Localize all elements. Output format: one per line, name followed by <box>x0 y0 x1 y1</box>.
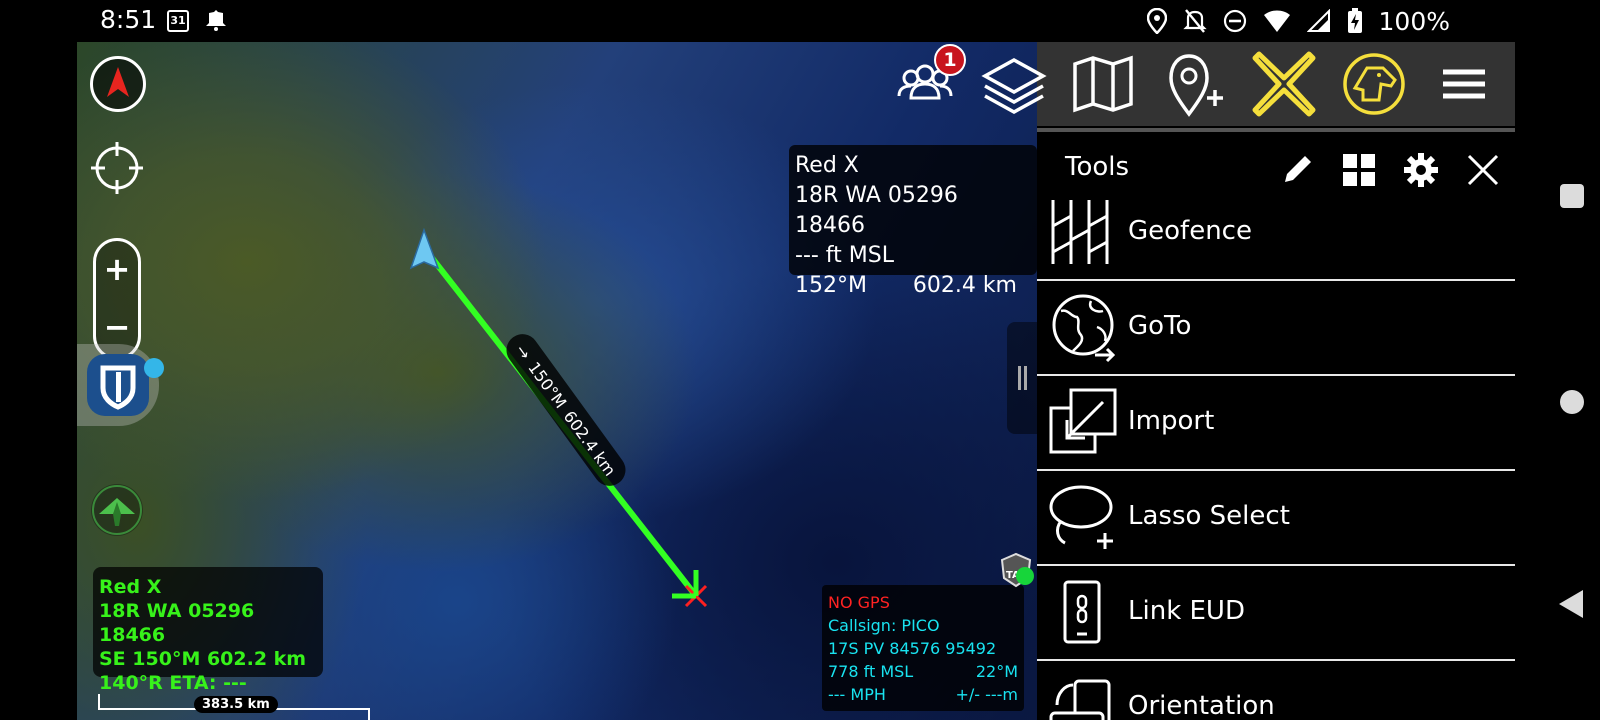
nav-target-coords: 18R WA 05296 18466 <box>99 600 255 646</box>
target-info-box[interactable]: Red X 18R WA 05296 18466 --- ft MSL 152°… <box>789 145 1037 298</box>
import-icon <box>1049 388 1117 454</box>
map-icon <box>1073 55 1133 113</box>
self-coords: 17S PV 84576 95492 <box>828 639 997 658</box>
target-distance: 602.4 km <box>912 273 1017 298</box>
orientation-icon <box>1049 679 1111 720</box>
self-info-box[interactable]: NO GPS Callsign: PICO 17S PV 84576 95492… <box>822 585 1024 711</box>
target-name: Red X <box>795 153 859 178</box>
nav-target-name: Red X <box>99 576 162 598</box>
home-icon[interactable] <box>1560 390 1584 414</box>
scale-bar-label: 383.5 km <box>194 696 278 713</box>
tent-button[interactable] <box>91 484 143 536</box>
gps-status: NO GPS <box>828 593 890 612</box>
target-bearing: 152°M <box>795 273 867 298</box>
close-x-button[interactable] <box>1245 44 1323 124</box>
layers-icon <box>981 58 1047 114</box>
tent-icon <box>92 485 142 535</box>
battery-percent: 100% <box>1378 6 1450 36</box>
tool-item-orientation[interactable]: Orientation <box>1037 661 1515 720</box>
tool-item-goto[interactable]: GoTo <box>1037 281 1515 376</box>
self-accuracy: +/- ---m <box>955 685 1018 704</box>
tool-label: Geofence <box>1128 216 1252 246</box>
pencil-icon[interactable] <box>1277 150 1317 190</box>
tool-item-import[interactable]: Import <box>1037 376 1515 471</box>
compass-button[interactable] <box>90 56 146 112</box>
map-button[interactable] <box>1065 44 1143 124</box>
bell-off-icon <box>1182 9 1207 33</box>
navigation-info-box[interactable]: Red X 18R WA 05296 18466 SE 150°M 602.2 … <box>93 567 323 694</box>
status-bar: 8:51 31 100% <box>0 0 1600 42</box>
wifi-icon <box>1263 10 1290 32</box>
scale-bar: 383.5 km <box>98 694 370 720</box>
add-point-button[interactable] <box>1155 44 1233 124</box>
hamburger-menu-icon <box>1443 69 1485 99</box>
target-altitude: --- ft MSL <box>795 243 894 268</box>
close-icon[interactable] <box>1463 150 1503 190</box>
tool-label: Orientation <box>1128 691 1275 720</box>
calendar-icon: 31 <box>167 10 189 32</box>
route-arrow-icon: → <box>512 340 536 363</box>
recents-icon[interactable] <box>1560 184 1584 208</box>
globe-badge-icon <box>144 358 164 378</box>
tools-title: Tools <box>1065 152 1130 182</box>
connection-status-icon <box>1016 567 1034 585</box>
android-nav-bar <box>1515 42 1600 720</box>
status-time: 8:51 <box>100 5 157 34</box>
location-icon <box>1146 8 1167 34</box>
target-coords: 18R WA 05296 18466 <box>795 183 958 238</box>
tool-item-lasso-select[interactable]: Lasso Select <box>1037 471 1515 566</box>
back-icon[interactable] <box>1559 590 1583 618</box>
layers-button[interactable] <box>975 44 1053 124</box>
link-eud-icon <box>1063 580 1101 644</box>
dog-icon <box>1343 53 1405 115</box>
locate-icon <box>91 142 143 194</box>
geofence-icon <box>1051 200 1109 264</box>
tool-label: Link EUD <box>1128 596 1245 626</box>
nav-target-bearing-distance: SE 150°M 602.2 km <box>99 648 307 670</box>
tool-item-link-eud[interactable]: Link EUD <box>1037 566 1515 661</box>
globe-arrow-icon <box>1052 294 1116 363</box>
add-point-icon <box>1169 54 1223 117</box>
tool-label: Import <box>1128 406 1215 436</box>
top-toolbar <box>885 44 1515 128</box>
main-menu-button[interactable] <box>1425 44 1503 124</box>
team-notification-badge: 1 <box>934 44 966 76</box>
panel-resize-handle[interactable] <box>1007 322 1037 434</box>
signal-icon <box>1306 9 1330 32</box>
gear-icon[interactable] <box>1401 150 1441 190</box>
shield-icon <box>100 365 136 410</box>
battery-charging-icon <box>1347 8 1362 33</box>
dog-button[interactable] <box>1335 44 1413 124</box>
status-right-icons: 100% <box>1146 6 1450 36</box>
self-altitude: 778 ft MSL <box>828 662 914 681</box>
self-heading: 22°M <box>975 662 1018 681</box>
zoom-in-button[interactable]: + <box>96 241 138 297</box>
lasso-icon <box>1049 485 1113 549</box>
tool-label: Lasso Select <box>1128 501 1290 531</box>
zoom-control: + − <box>93 238 141 360</box>
locate-button[interactable] <box>89 140 145 196</box>
nav-target-eta: 140°R ETA: --- <box>99 672 247 694</box>
dnd-icon <box>1223 9 1246 33</box>
self-speed: --- MPH <box>828 685 886 704</box>
tools-panel: Tools Geofence GoTo Import Lasso Select … <box>1037 128 1515 720</box>
shield-button[interactable] <box>77 344 159 426</box>
tool-label: GoTo <box>1128 311 1192 341</box>
close-x-icon <box>1252 51 1316 117</box>
notification-bell-icon <box>206 10 226 31</box>
callsign: Callsign: PICO <box>828 616 940 635</box>
grid-icon[interactable] <box>1339 150 1379 190</box>
tool-item-geofence[interactable]: Geofence <box>1037 186 1515 281</box>
compass-icon <box>107 67 129 97</box>
